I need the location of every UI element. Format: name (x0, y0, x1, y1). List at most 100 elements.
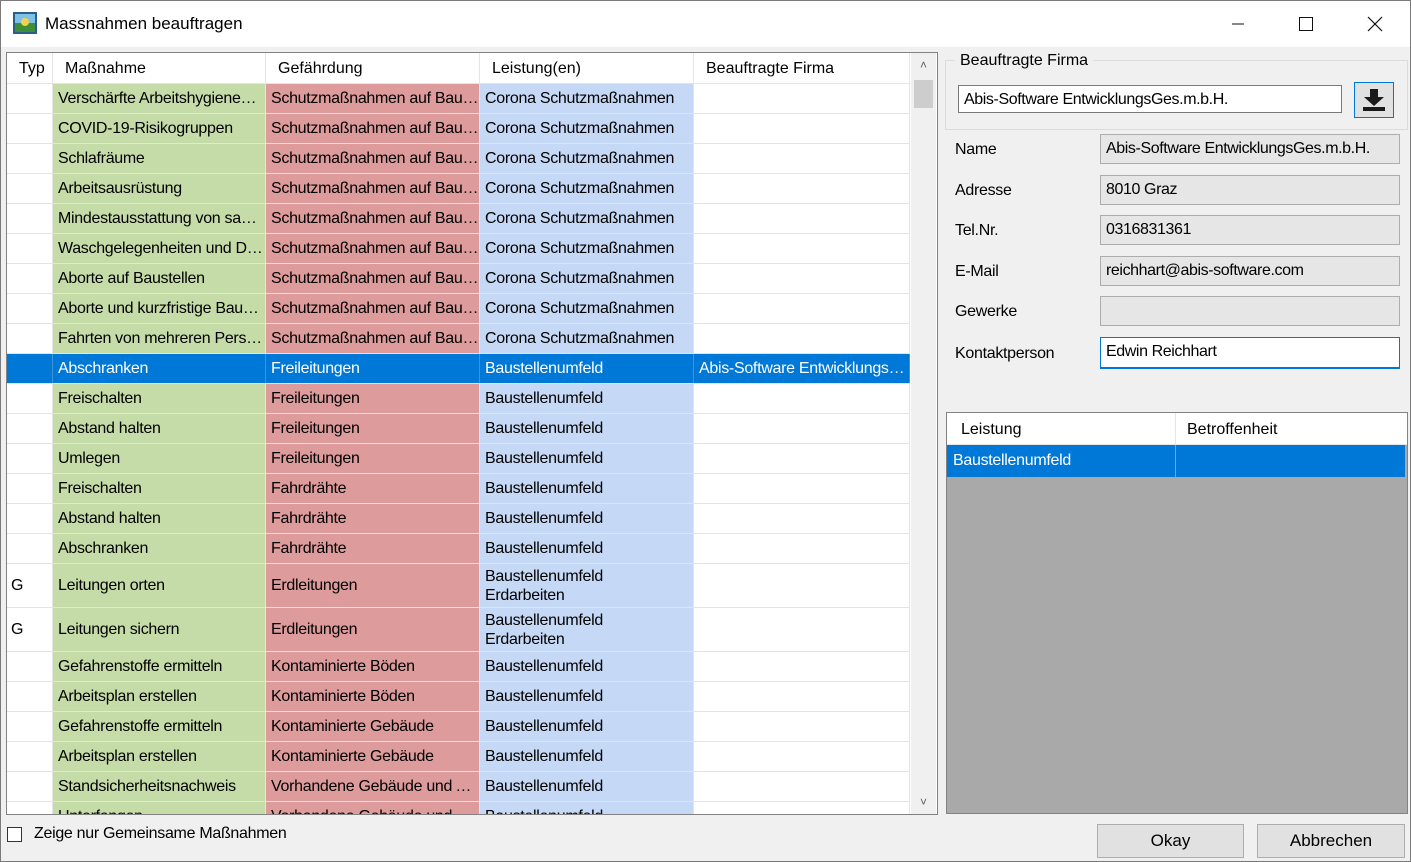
typ-cell[interactable] (7, 144, 53, 173)
gemeinsame-checkbox-wrap[interactable]: Zeige nur Gemeinsame Maßnahmen (7, 825, 287, 843)
column-header-betroffenheit[interactable]: Betroffenheit (1176, 413, 1405, 444)
gefaehrdung-cell[interactable]: Freileitungen (266, 384, 480, 413)
massnahme-cell[interactable]: Freischalten (53, 384, 266, 413)
leistung-cell[interactable]: Baustellenumfeld (480, 772, 694, 801)
table-row[interactable]: Arbeitsausrüstung Schutzmaßnahmen auf Bau… (7, 174, 910, 204)
gefaehrdung-cell[interactable]: Fahrdrähte (266, 504, 480, 533)
table-row[interactable]: Freischalten Freileitungen Baustellenumfel… (7, 384, 910, 414)
gefaehrdung-cell[interactable]: Schutzmaßnahmen auf Baustellen (266, 114, 480, 143)
massnahme-cell[interactable]: Freischalten (53, 474, 266, 503)
massnahme-cell[interactable]: Gefahrenstoffe ermitteln (53, 712, 266, 741)
gefaehrdung-cell[interactable]: Freileitungen (266, 444, 480, 473)
table-row[interactable]: Mindestausstattung von sanitären Anlagen… (7, 204, 910, 234)
leistung-cell[interactable]: Corona Schutzmaßnahmen (480, 114, 694, 143)
typ-cell[interactable] (7, 712, 53, 741)
typ-cell[interactable] (7, 114, 53, 143)
gefaehrdung-cell[interactable]: Kontaminierte Böden (266, 682, 480, 711)
firma-cell[interactable] (694, 682, 910, 711)
column-header-leistungen[interactable]: Leistung(en) (480, 53, 694, 83)
massnahme-cell[interactable]: COVID-19-Risikogruppen (53, 114, 266, 143)
table-row[interactable]: Baustellenumfeld (947, 445, 1407, 477)
massnahme-cell[interactable]: Waschgelegenheiten und Desinfektion (53, 234, 266, 263)
scroll-up-icon[interactable]: ˄ (911, 53, 936, 77)
gefaehrdung-cell[interactable]: Schutzmaßnahmen auf Baustellen (266, 84, 480, 113)
column-header-beauftragte-firma[interactable]: Beauftragte Firma (694, 53, 910, 83)
table-row[interactable]: Aborte auf Baustellen Schutzmaßnahmen auf… (7, 264, 910, 294)
minimize-button[interactable] (1203, 1, 1273, 47)
typ-cell[interactable] (7, 324, 53, 353)
firma-cell[interactable] (694, 234, 910, 263)
typ-cell[interactable] (7, 174, 53, 203)
gefaehrdung-cell[interactable]: Vorhandene Gebäude und Anlagen (266, 772, 480, 801)
firma-cell[interactable] (694, 324, 910, 353)
typ-cell[interactable] (7, 474, 53, 503)
leistung-cell[interactable]: Baustellenumfeld (480, 444, 694, 473)
table-row[interactable]: Waschgelegenheiten und Desinfektion Schut… (7, 234, 910, 264)
massnahme-cell[interactable]: Leitungen orten (53, 564, 266, 607)
table-row[interactable]: Schlafräume Schutzmaßnahmen auf Baustelle… (7, 144, 910, 174)
leistung-cell[interactable]: Baustellenumfeld (480, 504, 694, 533)
table-row[interactable]: Arbeitsplan erstellen Kontaminierte Böden… (7, 682, 910, 712)
leistung-cell[interactable]: Baustellenumfeld (480, 652, 694, 681)
leistung-cell[interactable]: Baustellenumfeld (480, 384, 694, 413)
column-header-typ[interactable]: Typ (7, 53, 53, 83)
gefaehrdung-cell[interactable]: Schutzmaßnahmen auf Baustellen (266, 174, 480, 203)
column-header-gefaehrdung[interactable]: Gefährdung (266, 53, 480, 83)
firma-cell[interactable] (694, 652, 910, 681)
leistung-cell[interactable]: Corona Schutzmaßnahmen (480, 264, 694, 293)
typ-cell[interactable] (7, 384, 53, 413)
leistung-cell[interactable]: Corona Schutzmaßnahmen (480, 324, 694, 353)
leistung-cell[interactable]: Baustellenumfeld (480, 712, 694, 741)
gefaehrdung-cell[interactable]: Kontaminierte Gebäude (266, 742, 480, 771)
leistung-cell[interactable]: Baustellenumfeld (480, 802, 694, 814)
firma-cell[interactable] (694, 742, 910, 771)
close-button[interactable] (1340, 1, 1410, 47)
firma-cell[interactable] (694, 294, 910, 323)
gefaehrdung-cell[interactable]: Schutzmaßnahmen auf Baustellen (266, 144, 480, 173)
gefaehrdung-cell[interactable]: Fahrdrähte (266, 474, 480, 503)
firma-cell[interactable] (694, 772, 910, 801)
typ-cell[interactable] (7, 772, 53, 801)
typ-cell[interactable] (7, 444, 53, 473)
massnahme-cell[interactable]: Aborte auf Baustellen (53, 264, 266, 293)
table-row[interactable]: Unterfangen Vorhandene Gebäude und Anlage… (7, 802, 910, 814)
table-row[interactable]: G Leitungen sichern Erdleitungen Baustellen… (7, 608, 910, 652)
gefaehrdung-cell[interactable]: Kontaminierte Gebäude (266, 712, 480, 741)
massnahme-cell[interactable]: Arbeitsausrüstung (53, 174, 266, 203)
column-header-massnahme[interactable]: Maßnahme (53, 53, 266, 83)
firma-cell[interactable] (694, 264, 910, 293)
firma-cell[interactable] (694, 114, 910, 143)
leistung-cell[interactable]: Baustellenumfeld (947, 445, 1176, 477)
gefaehrdung-cell[interactable]: Fahrdrähte (266, 534, 480, 563)
firma-cell[interactable] (694, 204, 910, 233)
massnahme-cell[interactable]: Abstand halten (53, 414, 266, 443)
leistung-cell[interactable]: Baustellenumfeld (480, 682, 694, 711)
leistung-cell[interactable]: Corona Schutzmaßnahmen (480, 234, 694, 263)
typ-cell[interactable] (7, 204, 53, 233)
gefaehrdung-cell[interactable]: Freileitungen (266, 354, 480, 383)
leistung-cell[interactable]: Corona Schutzmaßnahmen (480, 144, 694, 173)
massnahme-cell[interactable]: Aborte und kurzfristige Baustellen (53, 294, 266, 323)
title-bar[interactable]: Massnahmen beauftragen (1, 1, 1410, 47)
gefaehrdung-cell[interactable]: Vorhandene Gebäude und Anlagen (266, 802, 480, 814)
firma-cell[interactable] (694, 144, 910, 173)
firma-cell[interactable] (694, 712, 910, 741)
typ-cell[interactable] (7, 742, 53, 771)
massnahme-cell[interactable]: Abschranken (53, 534, 266, 563)
table-row[interactable]: Arbeitsplan erstellen Kontaminierte Gebäu… (7, 742, 910, 772)
firma-select[interactable]: Abis-Software EntwicklungsGes.m.b.H. (958, 85, 1342, 113)
leistung-cell[interactable]: Baustellenumfeld Erdarbeiten (480, 564, 694, 607)
typ-cell[interactable] (7, 294, 53, 323)
massnahme-cell[interactable]: Leitungen sichern (53, 608, 266, 651)
firma-download-button[interactable] (1354, 82, 1394, 118)
massnahme-cell[interactable]: Gefahrenstoffe ermitteln (53, 652, 266, 681)
gemeinsame-checkbox-label[interactable]: Zeige nur Gemeinsame Maßnahmen (34, 825, 287, 843)
massnahme-cell[interactable]: Fahrten von mehreren Personen (53, 324, 266, 353)
massnahme-cell[interactable]: Abschranken (53, 354, 266, 383)
leistung-cell[interactable]: Baustellenumfeld (480, 534, 694, 563)
table-row[interactable]: Aborte und kurzfristige Baustellen Schutz… (7, 294, 910, 324)
typ-cell[interactable] (7, 534, 53, 563)
typ-cell[interactable] (7, 354, 53, 383)
table-row[interactable]: Abschranken Fahrdrähte Baustellenumfeld (7, 534, 910, 564)
typ-cell[interactable] (7, 234, 53, 263)
